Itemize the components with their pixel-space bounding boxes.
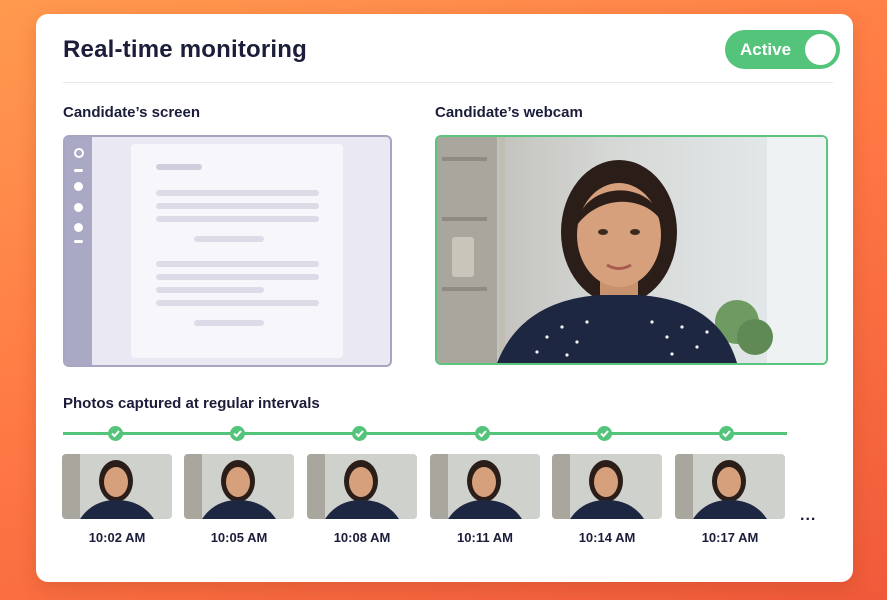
capture-time: 10:17 AM	[701, 530, 759, 545]
sidebar-dash-icon	[74, 169, 83, 172]
check-icon	[108, 426, 123, 441]
doc-line	[156, 274, 319, 280]
check-icon	[352, 426, 367, 441]
doc-line	[194, 320, 264, 326]
capture-time: 10:05 AM	[210, 530, 268, 545]
capture-time: 10:02 AM	[88, 530, 146, 545]
active-toggle[interactable]: Active	[725, 30, 840, 69]
candidate-webcam-feed[interactable]	[435, 135, 828, 365]
doc-line	[156, 190, 319, 196]
check-icon	[597, 426, 612, 441]
captures-section-label: Photos captured at regular intervals	[63, 395, 320, 412]
doc-line	[156, 261, 319, 267]
toggle-knob	[805, 34, 836, 65]
document-page	[131, 144, 343, 358]
check-icon	[475, 426, 490, 441]
doc-line	[156, 287, 264, 293]
sidebar-ring-icon	[74, 148, 84, 158]
capture-thumbnail[interactable]	[675, 454, 785, 519]
sidebar-dash-icon	[74, 240, 83, 243]
capture-time: 10:11 AM	[457, 530, 513, 545]
screen-sidebar	[65, 137, 92, 365]
doc-line	[156, 203, 319, 209]
monitoring-card: Real-time monitoring Active Candidate’s …	[36, 14, 853, 582]
capture-timeline	[63, 432, 787, 435]
page-title: Real-time monitoring	[63, 36, 308, 63]
sidebar-dot-icon	[74, 182, 83, 191]
capture-thumbnail[interactable]	[62, 454, 172, 519]
more-captures-indicator[interactable]: ...	[800, 507, 816, 525]
doc-heading-line	[156, 164, 202, 170]
sidebar-dot-icon	[74, 203, 83, 212]
capture-thumbnail[interactable]	[552, 454, 662, 519]
capture-thumbnail[interactable]	[184, 454, 294, 519]
capture-thumbnail[interactable]	[430, 454, 540, 519]
check-icon	[719, 426, 734, 441]
capture-thumbnail[interactable]	[307, 454, 417, 519]
header-divider	[63, 82, 833, 83]
doc-line	[194, 236, 264, 242]
doc-line	[156, 300, 319, 306]
sidebar-dot-icon	[74, 223, 83, 232]
candidate-screen-preview[interactable]	[63, 135, 392, 367]
capture-time: 10:08 AM	[333, 530, 391, 545]
doc-line	[156, 216, 319, 222]
screen-section-label: Candidate’s screen	[63, 104, 200, 121]
capture-time: 10:14 AM	[578, 530, 636, 545]
active-toggle-label: Active	[740, 40, 792, 59]
check-icon	[230, 426, 245, 441]
webcam-section-label: Candidate’s webcam	[435, 104, 583, 121]
webcam-portrait	[437, 137, 826, 363]
